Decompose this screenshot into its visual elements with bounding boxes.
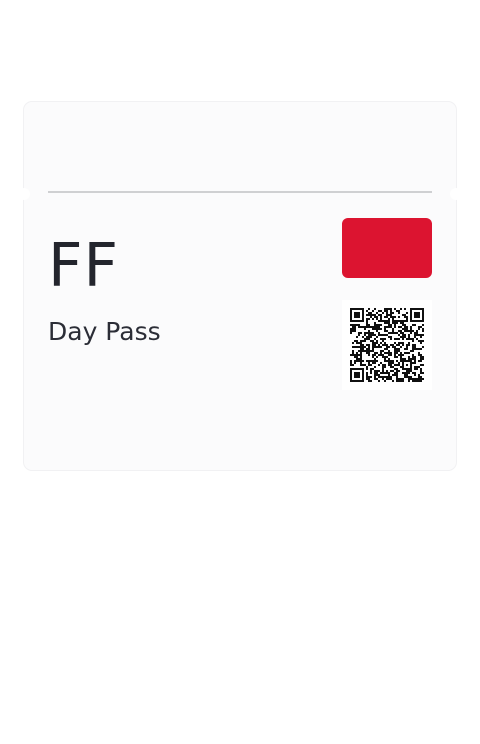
ticket-code: FF xyxy=(48,231,120,301)
ticket-notch-left xyxy=(18,188,30,200)
ticket-card[interactable]: FF Day Pass xyxy=(18,102,462,470)
ticket-notch-right xyxy=(450,188,462,200)
qr-code[interactable] xyxy=(342,300,432,390)
color-swatch xyxy=(342,218,432,278)
pass-name: Day Pass xyxy=(48,317,161,346)
qr-code-icon xyxy=(350,308,424,382)
ticket-divider xyxy=(48,191,432,193)
